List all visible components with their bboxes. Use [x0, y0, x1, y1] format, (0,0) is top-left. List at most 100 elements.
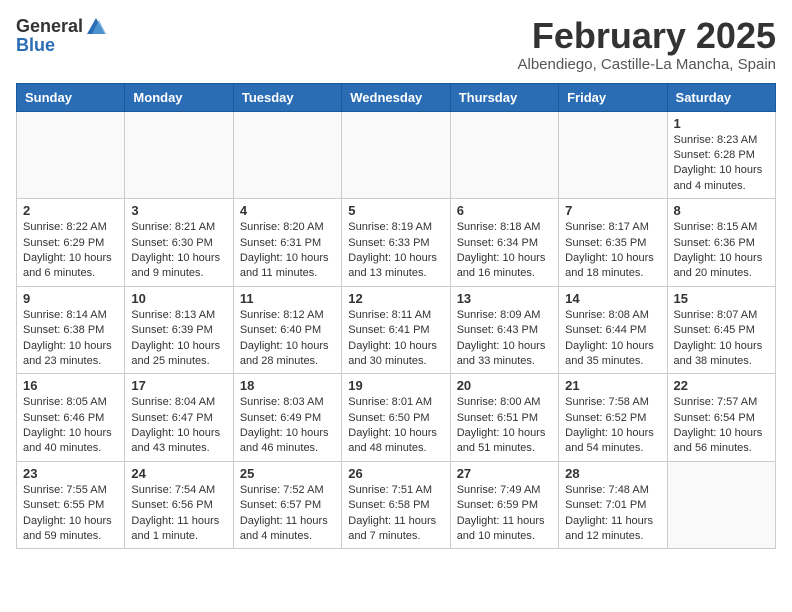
day-info: Sunrise: 8:23 AMSunset: 6:28 PMDaylight:…: [674, 133, 769, 195]
calendar-cell: 22 Sunrise: 7:57 AMSunset: 6:54 PMDayligh…: [667, 374, 775, 462]
day-info: Sunrise: 8:13 AMSunset: 6:39 PMDaylight:…: [131, 308, 226, 370]
day-info: Sunrise: 8:20 AMSunset: 6:31 PMDaylight:…: [240, 220, 335, 282]
calendar-cell: [233, 111, 341, 199]
calendar-cell: 10 Sunrise: 8:13 AMSunset: 6:39 PMDayligh…: [125, 286, 233, 374]
page-header: General Blue February 2025 Albendiego, C…: [16, 16, 776, 73]
week-row-1: 1 Sunrise: 8:23 AMSunset: 6:28 PMDaylight…: [17, 111, 776, 199]
calendar-cell: 13 Sunrise: 8:09 AMSunset: 6:43 PMDayligh…: [450, 286, 558, 374]
calendar-cell: 17 Sunrise: 8:04 AMSunset: 6:47 PMDayligh…: [125, 374, 233, 462]
calendar-cell: 6Sunrise: 8:18 AMSunset: 6:34 PMDaylight…: [450, 199, 558, 287]
day-info: Sunrise: 7:48 AMSunset: 7:01 PMDaylight:…: [565, 483, 660, 545]
day-number: 6: [457, 203, 552, 218]
day-number: 24: [131, 466, 226, 481]
day-number: 3: [131, 203, 226, 218]
day-info: Sunrise: 8:08 AMSunset: 6:44 PMDaylight:…: [565, 308, 660, 370]
day-number: 14: [565, 291, 660, 306]
day-info: Sunrise: 7:55 AMSunset: 6:55 PMDaylight:…: [23, 483, 118, 545]
day-info: Sunrise: 8:19 AMSunset: 6:33 PMDaylight:…: [348, 220, 443, 282]
calendar-cell: 2 Sunrise: 8:22 AMSunset: 6:29 PMDaylight…: [17, 199, 125, 287]
day-number: 25: [240, 466, 335, 481]
calendar-cell: [450, 111, 558, 199]
week-row-2: 2 Sunrise: 8:22 AMSunset: 6:29 PMDaylight…: [17, 199, 776, 287]
calendar-cell: 3 Sunrise: 8:21 AMSunset: 6:30 PMDaylight…: [125, 199, 233, 287]
calendar-cell: 18 Sunrise: 8:03 AMSunset: 6:49 PMDayligh…: [233, 374, 341, 462]
calendar-cell: 11Sunrise: 8:12 AMSunset: 6:40 PMDayligh…: [233, 286, 341, 374]
day-number: 5: [348, 203, 443, 218]
calendar-cell: 25 Sunrise: 7:52 AMSunset: 6:57 PMDayligh…: [233, 461, 341, 549]
calendar-cell: 27Sunrise: 7:49 AMSunset: 6:59 PMDayligh…: [450, 461, 558, 549]
logo-blue-text: Blue: [16, 35, 55, 55]
calendar-cell: 28 Sunrise: 7:48 AMSunset: 7:01 PMDayligh…: [559, 461, 667, 549]
day-number: 12: [348, 291, 443, 306]
day-info: Sunrise: 8:21 AMSunset: 6:30 PMDaylight:…: [131, 220, 226, 282]
weekday-header-monday: Monday: [125, 83, 233, 111]
day-number: 10: [131, 291, 226, 306]
day-number: 28: [565, 466, 660, 481]
calendar-cell: 4 Sunrise: 8:20 AMSunset: 6:31 PMDaylight…: [233, 199, 341, 287]
calendar-cell: 5 Sunrise: 8:19 AMSunset: 6:33 PMDaylight…: [342, 199, 450, 287]
calendar-cell: 1 Sunrise: 8:23 AMSunset: 6:28 PMDaylight…: [667, 111, 775, 199]
calendar-cell: [667, 461, 775, 549]
location-subtitle: Albendiego, Castille-La Mancha, Spain: [518, 56, 777, 73]
day-info: Sunrise: 7:51 AMSunset: 6:58 PMDaylight:…: [348, 483, 443, 545]
day-number: 13: [457, 291, 552, 306]
week-row-3: 9 Sunrise: 8:14 AMSunset: 6:38 PMDaylight…: [17, 286, 776, 374]
calendar-cell: 8 Sunrise: 8:15 AMSunset: 6:36 PMDaylight…: [667, 199, 775, 287]
day-info: Sunrise: 8:17 AMSunset: 6:35 PMDaylight:…: [565, 220, 660, 282]
day-info: Sunrise: 7:58 AMSunset: 6:52 PMDaylight:…: [565, 395, 660, 457]
day-number: 22: [674, 378, 769, 393]
calendar-cell: 15Sunrise: 8:07 AMSunset: 6:45 PMDayligh…: [667, 286, 775, 374]
calendar-cell: 24 Sunrise: 7:54 AMSunset: 6:56 PMDayligh…: [125, 461, 233, 549]
weekday-header-saturday: Saturday: [667, 83, 775, 111]
day-number: 9: [23, 291, 118, 306]
day-number: 23: [23, 466, 118, 481]
weekday-header-row: SundayMondayTuesdayWednesdayThursdayFrid…: [17, 83, 776, 111]
calendar-cell: 19 Sunrise: 8:01 AMSunset: 6:50 PMDayligh…: [342, 374, 450, 462]
day-number: 1: [674, 116, 769, 131]
day-info: Sunrise: 7:57 AMSunset: 6:54 PMDaylight:…: [674, 395, 769, 457]
calendar-cell: 7 Sunrise: 8:17 AMSunset: 6:35 PMDaylight…: [559, 199, 667, 287]
day-info: Sunrise: 7:54 AMSunset: 6:56 PMDaylight:…: [131, 483, 226, 545]
week-row-4: 16 Sunrise: 8:05 AMSunset: 6:46 PMDayligh…: [17, 374, 776, 462]
day-info: Sunrise: 8:04 AMSunset: 6:47 PMDaylight:…: [131, 395, 226, 457]
day-info: Sunrise: 7:52 AMSunset: 6:57 PMDaylight:…: [240, 483, 335, 545]
calendar-cell: 23 Sunrise: 7:55 AMSunset: 6:55 PMDayligh…: [17, 461, 125, 549]
calendar-cell: [17, 111, 125, 199]
day-info: Sunrise: 8:03 AMSunset: 6:49 PMDaylight:…: [240, 395, 335, 457]
day-info: Sunrise: 8:12 AMSunset: 6:40 PMDaylight:…: [240, 308, 335, 370]
weekday-header-sunday: Sunday: [17, 83, 125, 111]
day-info: Sunrise: 8:15 AMSunset: 6:36 PMDaylight:…: [674, 220, 769, 282]
day-info: Sunrise: 8:14 AMSunset: 6:38 PMDaylight:…: [23, 308, 118, 370]
day-number: 7: [565, 203, 660, 218]
calendar-cell: 12Sunrise: 8:11 AMSunset: 6:41 PMDayligh…: [342, 286, 450, 374]
day-number: 17: [131, 378, 226, 393]
calendar-cell: [559, 111, 667, 199]
week-row-5: 23 Sunrise: 7:55 AMSunset: 6:55 PMDayligh…: [17, 461, 776, 549]
calendar-cell: [125, 111, 233, 199]
month-title: February 2025: [518, 16, 777, 56]
calendar-cell: 26 Sunrise: 7:51 AMSunset: 6:58 PMDayligh…: [342, 461, 450, 549]
calendar-cell: 21 Sunrise: 7:58 AMSunset: 6:52 PMDayligh…: [559, 374, 667, 462]
logo-general-text: General: [16, 17, 83, 37]
day-number: 27: [457, 466, 552, 481]
day-info: Sunrise: 8:01 AMSunset: 6:50 PMDaylight:…: [348, 395, 443, 457]
day-info: Sunrise: 8:22 AMSunset: 6:29 PMDaylight:…: [23, 220, 118, 282]
logo-icon: [85, 16, 107, 38]
day-info: Sunrise: 8:07 AMSunset: 6:45 PMDaylight:…: [674, 308, 769, 370]
day-number: 2: [23, 203, 118, 218]
weekday-header-thursday: Thursday: [450, 83, 558, 111]
day-number: 18: [240, 378, 335, 393]
day-number: 19: [348, 378, 443, 393]
day-number: 4: [240, 203, 335, 218]
day-number: 21: [565, 378, 660, 393]
day-info: Sunrise: 8:00 AMSunset: 6:51 PMDaylight:…: [457, 395, 552, 457]
calendar-table: SundayMondayTuesdayWednesdayThursdayFrid…: [16, 83, 776, 550]
day-info: Sunrise: 8:09 AMSunset: 6:43 PMDaylight:…: [457, 308, 552, 370]
weekday-header-tuesday: Tuesday: [233, 83, 341, 111]
day-info: Sunrise: 8:05 AMSunset: 6:46 PMDaylight:…: [23, 395, 118, 457]
logo: General Blue: [16, 16, 107, 56]
calendar-cell: 20Sunrise: 8:00 AMSunset: 6:51 PMDayligh…: [450, 374, 558, 462]
day-number: 8: [674, 203, 769, 218]
day-number: 26: [348, 466, 443, 481]
day-number: 16: [23, 378, 118, 393]
